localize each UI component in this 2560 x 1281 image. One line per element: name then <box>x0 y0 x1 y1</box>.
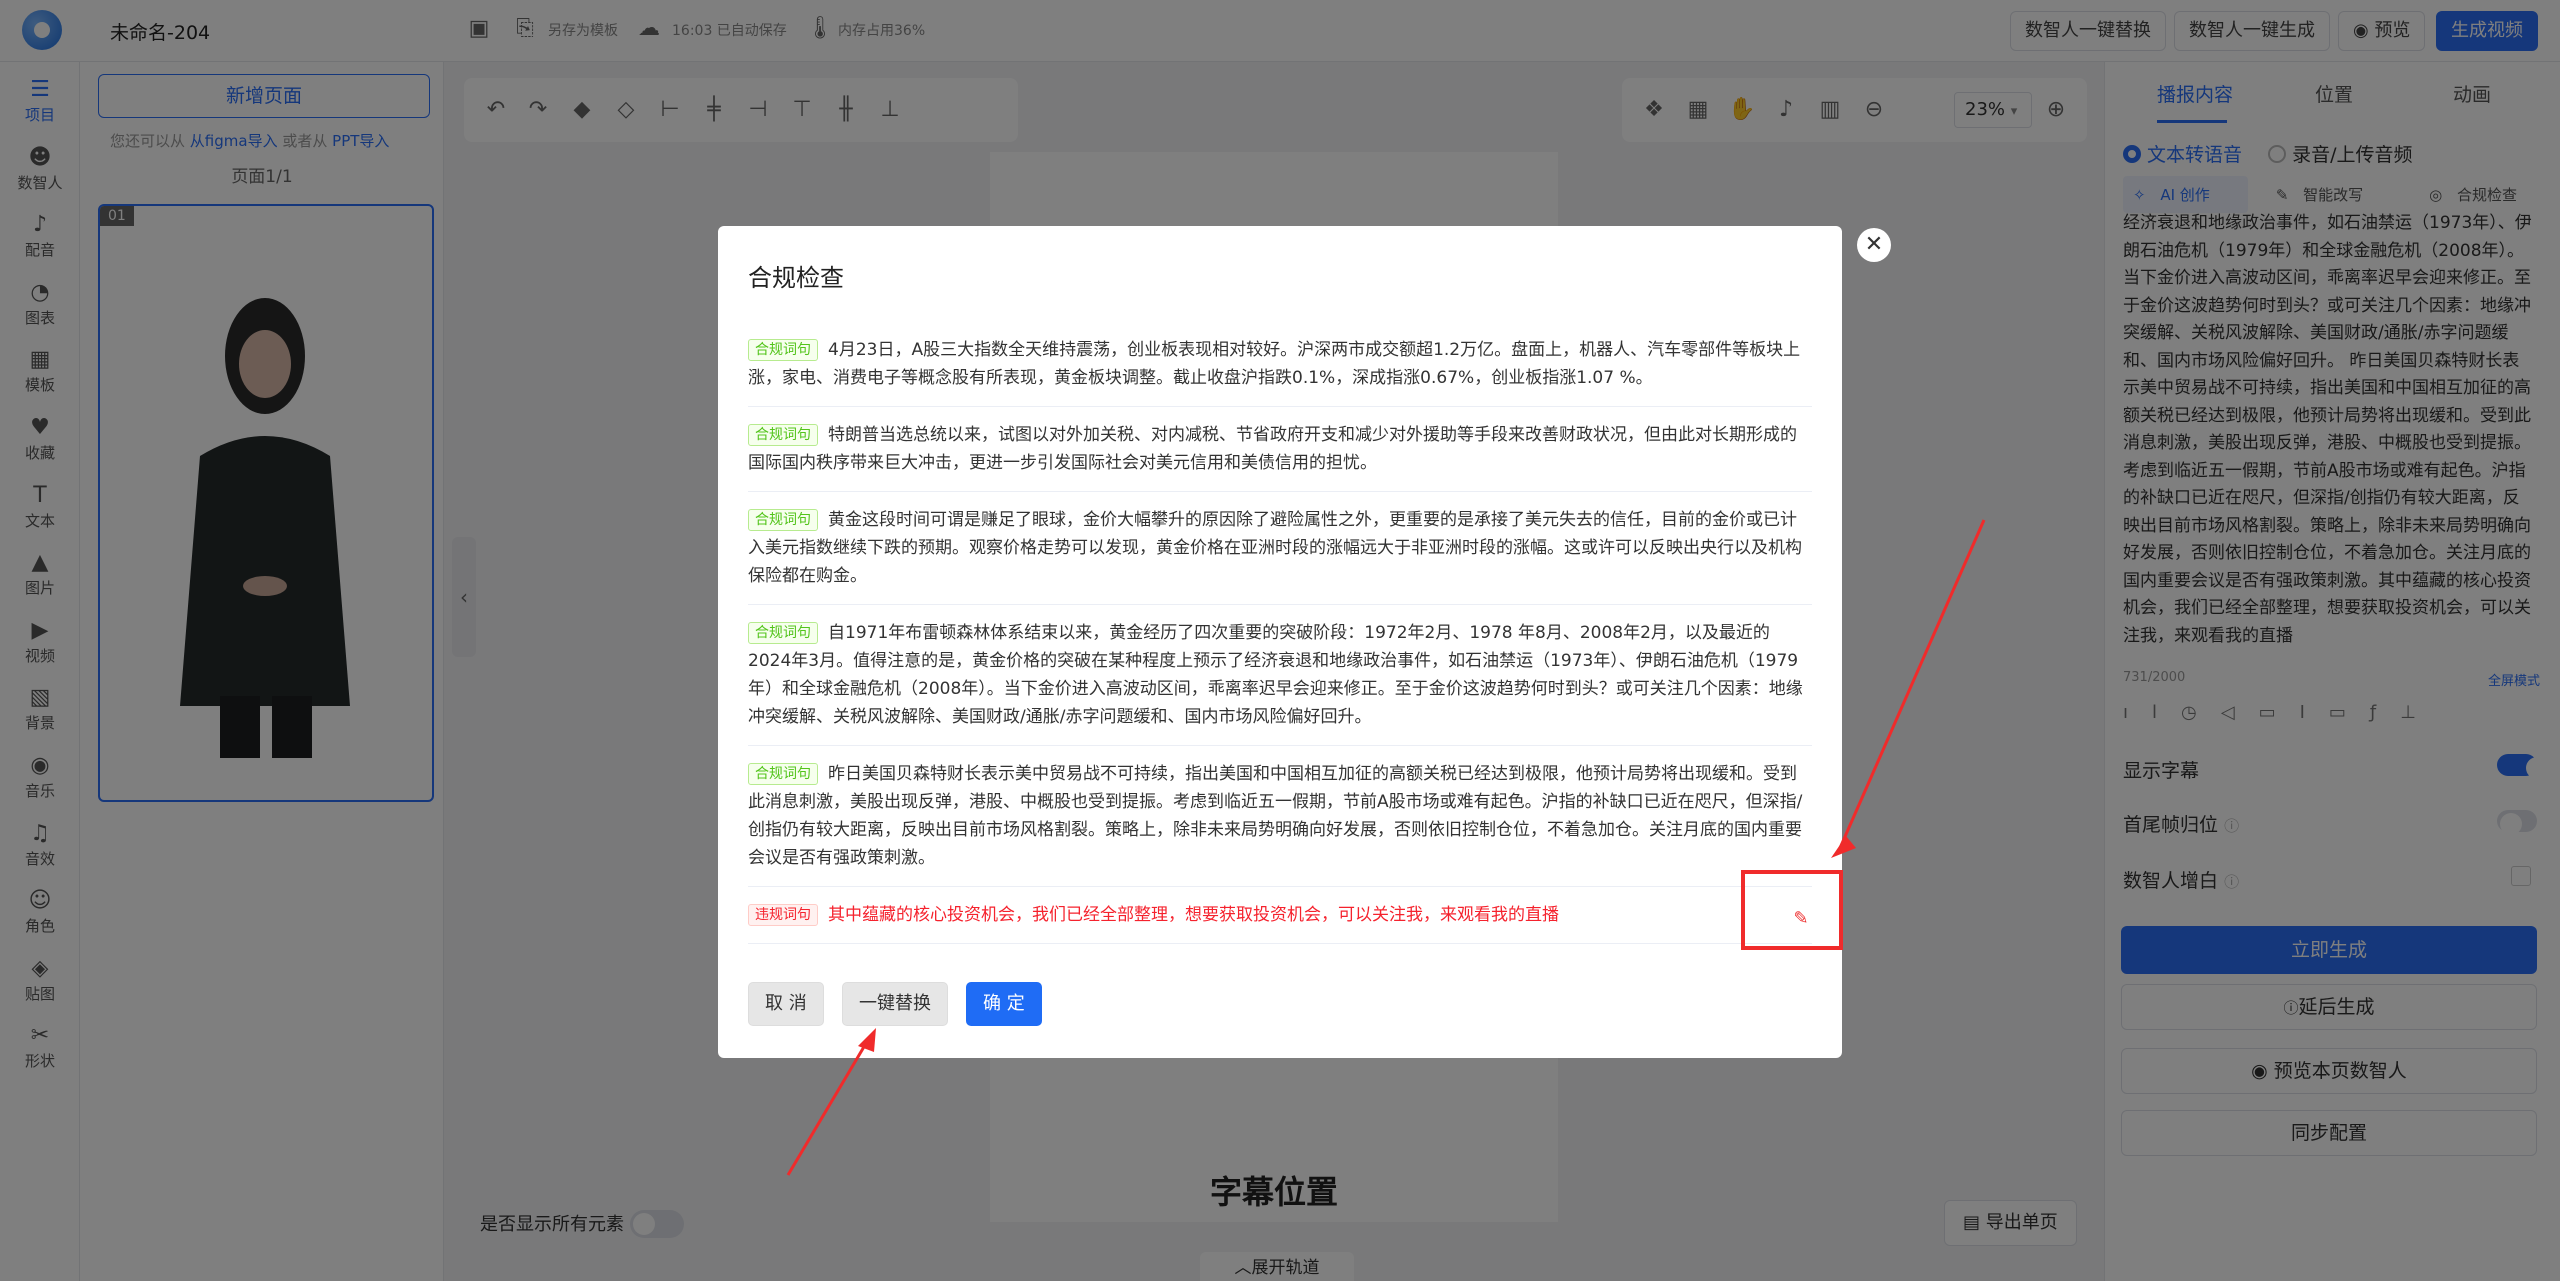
annotation-arrows <box>786 519 1986 1176</box>
annotation-arrowhead-replace <box>858 1028 876 1052</box>
annotation-arrow-edit <box>1838 519 1986 849</box>
annotation-arrow-replace <box>786 1039 870 1176</box>
